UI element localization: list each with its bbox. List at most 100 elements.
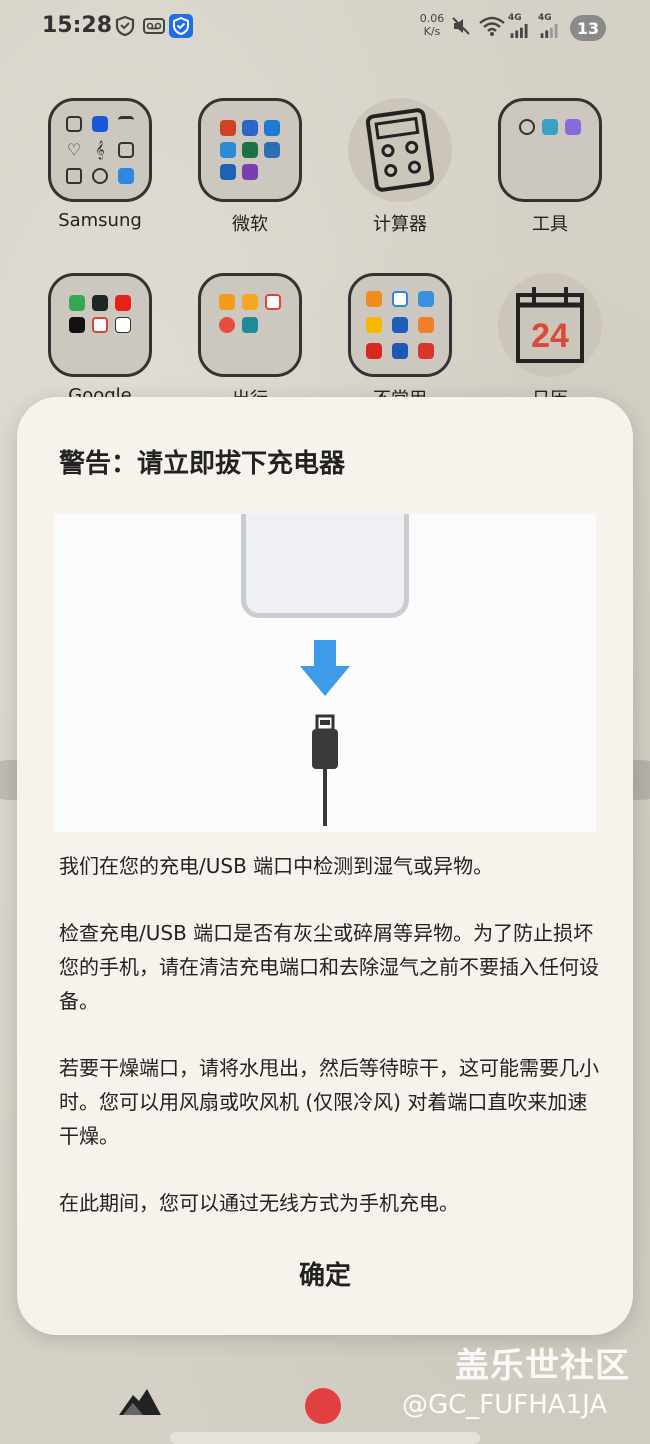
weather-icon <box>541 118 558 135</box>
dialog-paragraph: 我们在您的充电/USB 端口中检测到湿气或异物。 <box>59 854 494 878</box>
lamp-icon <box>92 168 108 184</box>
empty-slot <box>69 339 85 355</box>
calendar-icon: 24 <box>498 273 602 377</box>
empty-slot <box>265 340 281 356</box>
confirm-button[interactable]: 确定 <box>17 1255 633 1292</box>
map-pin-icon <box>218 316 235 333</box>
net-speed-unit: K/s <box>423 25 441 38</box>
notification-count-badge: 13 <box>570 15 606 41</box>
folder-icon: ♡ 𝄞 <box>48 98 152 202</box>
translate-icon <box>118 142 134 158</box>
powerpoint-icon <box>220 120 236 136</box>
app-folder-travel[interactable]: 出行 <box>175 273 325 411</box>
app-folder-microsoft[interactable]: 微软 <box>175 98 325 236</box>
heart-icon: ♡ <box>66 140 82 159</box>
app-calculator[interactable]: 计算器 <box>325 98 475 236</box>
empty-slot <box>519 142 535 158</box>
shield-app-icon <box>418 291 434 307</box>
dialog-paragraph: 检查充电/USB 端口是否有灰尘或碎屑等异物。为了防止损坏您的手机，请在清洁充电… <box>59 921 599 1013</box>
mountain-app-icon[interactable] <box>117 1385 163 1423</box>
notes-icon <box>66 116 82 132</box>
dialog-body: 我们在您的充电/USB 端口中检测到湿气或异物。 检查充电/USB 端口是否有灰… <box>59 849 599 1253</box>
empty-slot <box>565 142 581 158</box>
onenote-icon <box>242 164 258 180</box>
empty-slot <box>115 339 131 355</box>
taobao-icon <box>366 291 382 307</box>
folder-icon <box>48 273 152 377</box>
app-folder-google[interactable]: Google <box>25 273 175 406</box>
wifi-icon <box>478 14 506 38</box>
watermark-handle: @GC_FUFHA1JA <box>402 1390 608 1420</box>
shop-icon <box>92 116 108 132</box>
dialog-paragraph: 若要干燥端口，请将水甩出，然后等待晾干，这可能需要几小时。您可以用风扇或吹风机 … <box>59 1056 599 1148</box>
folder-icon <box>348 273 452 377</box>
net-speed: 0.06 K/s <box>418 12 446 38</box>
unplug-arrow-icon <box>300 640 350 826</box>
shield-outline-icon <box>114 14 136 38</box>
x-icon <box>68 317 85 333</box>
unplug-illustration <box>54 514 596 832</box>
music-icon: 𝄞 <box>95 140 105 159</box>
pocket-icon <box>265 293 282 310</box>
app-folder-samsung[interactable]: ♡ 𝄞 Samsung <box>25 98 175 231</box>
voicemail-icon <box>143 14 165 38</box>
net-gen-label: 4G <box>538 13 552 23</box>
ride-icon <box>241 316 258 333</box>
cloud-icon <box>118 168 134 184</box>
remote-desktop-icon <box>264 142 280 158</box>
app-folder-tools[interactable]: 工具 <box>475 98 625 236</box>
app-label: Samsung <box>58 210 142 231</box>
empty-slot <box>242 340 258 356</box>
app-folder-rarely-used[interactable]: 不常用 <box>325 273 475 411</box>
empty-slot <box>219 340 235 356</box>
express-icon <box>418 317 434 333</box>
gmail-icon <box>91 317 108 333</box>
mute-icon <box>450 14 472 38</box>
teapot-icon <box>518 118 535 135</box>
net-gen-label: 4G <box>508 13 522 23</box>
play-store-icon <box>68 295 85 311</box>
empty-slot <box>565 165 581 181</box>
word-icon <box>242 120 258 136</box>
status-bar: 15:28 0.06 K/s 4G 4G 13 <box>0 0 650 56</box>
folder-icon <box>498 98 602 202</box>
signal-icon: 4G <box>538 14 564 38</box>
empty-slot <box>542 142 558 158</box>
dialog-paragraph: 在此期间，您可以通过无线方式为手机充电。 <box>59 1191 459 1215</box>
transit-icon <box>392 343 408 359</box>
message-icon <box>392 291 408 307</box>
net-speed-value: 0.06 <box>419 12 445 25</box>
app-calendar[interactable]: 24 日历 <box>475 273 625 411</box>
calendar-day: 24 <box>531 317 569 355</box>
app-label: 计算器 <box>373 214 427 235</box>
excel-icon <box>242 142 258 158</box>
calculator-icon <box>348 98 452 202</box>
empty-slot <box>519 165 535 181</box>
app-label: 工具 <box>532 214 568 235</box>
cube-icon <box>220 164 236 180</box>
app-label: 微软 <box>232 214 268 235</box>
clock: 15:28 <box>42 13 113 38</box>
meituan-icon <box>241 293 258 310</box>
youtube-icon <box>115 295 132 311</box>
signal-icon: 4G <box>508 14 534 38</box>
bank-icon <box>392 317 408 333</box>
watermark-text: 盖乐世社区 <box>455 1346 630 1386</box>
empty-slot <box>542 165 558 181</box>
gate-icon <box>118 116 134 132</box>
china-icon <box>418 343 434 359</box>
empty-slot <box>264 164 280 180</box>
stocks-icon <box>91 295 108 311</box>
folder-icon <box>198 273 302 377</box>
food-icon <box>218 293 235 310</box>
people-icon <box>264 120 280 136</box>
red-dot-app-icon[interactable] <box>305 1388 341 1424</box>
mail-icon <box>366 317 382 333</box>
scroll-icon <box>66 168 82 184</box>
folder-icon <box>198 98 302 202</box>
verge-icon <box>115 317 132 333</box>
navigation-handle[interactable] <box>170 1432 480 1444</box>
dialog-title: 警告：请立即拔下充电器 <box>59 449 346 479</box>
empty-slot <box>92 339 108 355</box>
post-icon <box>366 343 382 359</box>
